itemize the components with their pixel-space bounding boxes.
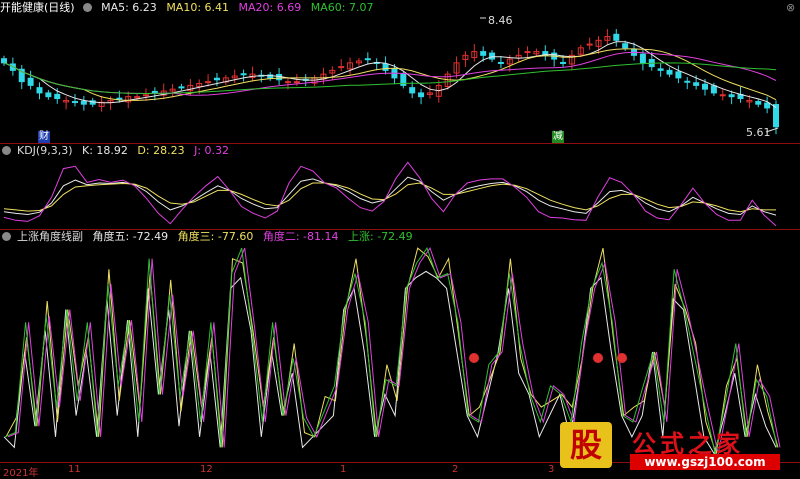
kdj-d-line <box>3 182 776 213</box>
candle-body <box>142 94 149 97</box>
candle-body <box>284 81 291 84</box>
candle-body <box>666 69 673 75</box>
candle-body <box>675 71 682 79</box>
candle-body <box>364 58 371 61</box>
candle-body <box>418 92 425 98</box>
financial-report-badge[interactable]: 财 <box>38 131 50 143</box>
candle-body <box>293 81 300 84</box>
x-tick-label: 2 <box>452 464 459 475</box>
candle-body <box>116 97 123 100</box>
candle-body <box>719 94 726 97</box>
candle-body <box>54 93 61 100</box>
candle-body <box>728 94 735 98</box>
candle-body <box>480 51 487 56</box>
candle-body <box>639 53 646 64</box>
candle-body <box>1 58 7 64</box>
signal-dot-icon <box>617 353 627 363</box>
kdj-k-line <box>3 176 777 216</box>
chart-canvas <box>1 17 781 456</box>
x-tick-label: 3 <box>548 464 555 475</box>
candle-body <box>213 77 220 81</box>
x-tick-label: 11 <box>68 464 81 475</box>
candle-body <box>764 102 771 109</box>
candle-body <box>622 43 629 49</box>
candle-body <box>27 77 34 86</box>
watermark-stock-icon: 股 <box>560 422 612 468</box>
x-tick-label: 2021年 <box>3 468 39 479</box>
candle-body <box>338 66 345 69</box>
candle-body <box>773 104 779 128</box>
candle-body <box>45 92 52 98</box>
candle-body <box>586 43 593 46</box>
reduction-badge[interactable]: 减 <box>552 131 564 143</box>
candle-body <box>710 85 717 94</box>
high-price-label: 8.46 <box>488 14 513 27</box>
candle-body <box>702 83 709 90</box>
candle-body <box>755 101 762 105</box>
candle-body <box>205 81 212 84</box>
candle-body <box>178 86 185 89</box>
candle-body <box>497 61 504 64</box>
candle-body <box>240 73 247 76</box>
candle-body <box>657 68 664 71</box>
signal-dot-icon <box>593 353 603 363</box>
candle-body <box>613 33 620 41</box>
x-tick-label: 1 <box>340 464 347 475</box>
candle-body <box>409 87 416 94</box>
low-price-label: 5.61 <box>746 126 771 139</box>
candle-body <box>684 80 691 83</box>
candle-body <box>382 63 389 71</box>
candle-body <box>71 101 78 104</box>
candle-body <box>489 52 496 60</box>
x-tick-label: 12 <box>200 464 213 475</box>
candle-body <box>80 100 87 105</box>
signal-dot-icon <box>469 353 479 363</box>
watermark-logo: 股 公式之家 www.gszj100.com <box>560 422 785 472</box>
watermark-url: www.gszj100.com <box>630 454 780 470</box>
candle-body <box>151 90 158 94</box>
candle-body <box>560 61 567 64</box>
candle-body <box>524 51 531 54</box>
candle-body <box>36 87 43 94</box>
candle-body <box>693 82 700 86</box>
